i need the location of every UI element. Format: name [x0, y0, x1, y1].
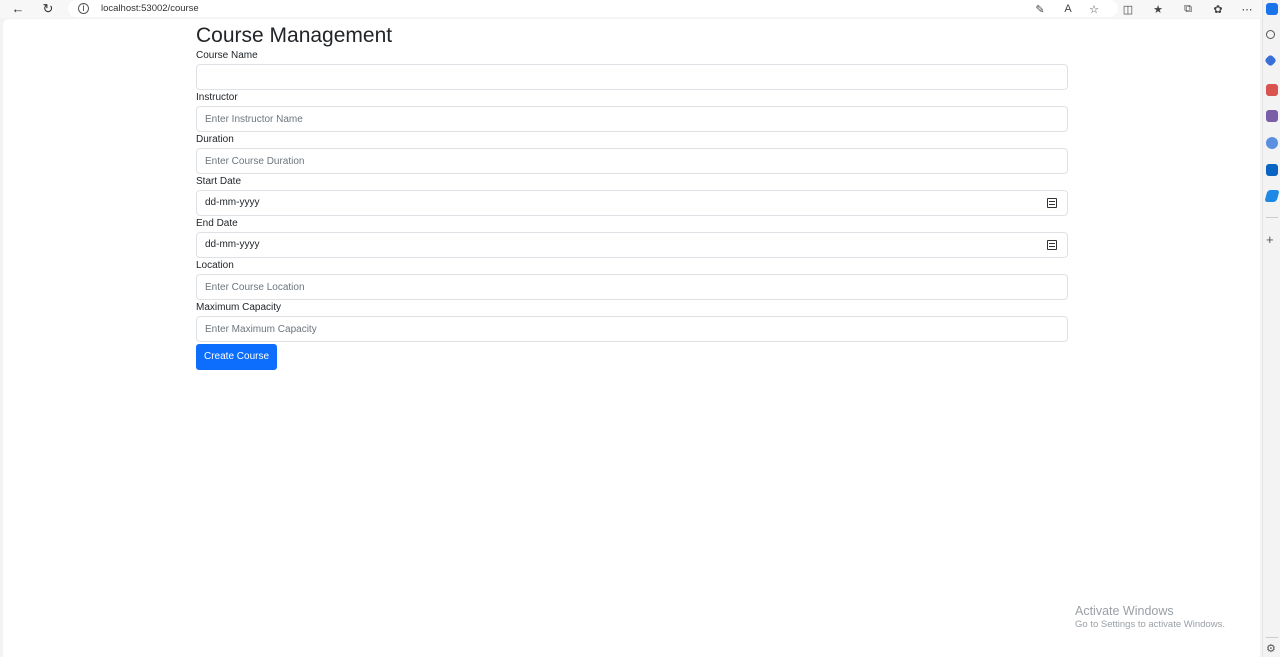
people-icon[interactable]	[1266, 110, 1278, 122]
extensions-icon[interactable]: ✿	[1210, 1, 1226, 17]
start-date-label: Start Date	[196, 176, 242, 187]
watermark-subtitle: Go to Settings to activate Windows.	[1075, 619, 1225, 630]
course-name-field[interactable]	[196, 64, 1068, 90]
site-info-icon[interactable]: i	[78, 3, 89, 14]
end-date-label: End Date	[196, 218, 238, 229]
create-course-button[interactable]: Create Course	[196, 344, 278, 370]
course-name-label: Course Name	[196, 50, 258, 61]
instructor-label: Instructor	[196, 92, 238, 103]
read-aloud-icon[interactable]: A	[1060, 1, 1076, 17]
course-name-input[interactable]	[197, 65, 1067, 89]
calendar-icon[interactable]	[1047, 198, 1057, 208]
watermark-title: Activate Windows	[1075, 604, 1174, 618]
address-bar[interactable]	[68, 0, 1118, 17]
end-date-field[interactable]: dd-mm-yyyy	[196, 232, 1068, 258]
browser-sidebar: + ⚙	[1262, 0, 1280, 657]
back-arrow-icon[interactable]: ←	[8, 0, 28, 17]
location-field[interactable]	[196, 274, 1068, 300]
browser-toolbar: ← ↻ i localhost:53002/course ✎ A ☆ ◫ ★ ⧉…	[0, 0, 1262, 18]
favorite-star-icon[interactable]: ☆	[1086, 1, 1102, 17]
instructor-input[interactable]	[197, 107, 1067, 131]
sidebar-divider	[1266, 217, 1278, 218]
location-label: Location	[196, 260, 234, 271]
max-capacity-field[interactable]	[196, 316, 1068, 342]
duration-field[interactable]	[196, 148, 1068, 174]
add-icon[interactable]: +	[1266, 233, 1274, 246]
edit-icon[interactable]: ✎	[1032, 1, 1048, 17]
search-icon[interactable]	[1266, 30, 1275, 39]
instructor-field[interactable]	[196, 106, 1068, 132]
outlook-icon[interactable]	[1266, 164, 1278, 176]
refresh-icon[interactable]: ↻	[38, 0, 58, 17]
max-capacity-input[interactable]	[197, 317, 1067, 341]
tag-icon[interactable]	[1264, 54, 1277, 67]
split-screen-icon[interactable]: ◫	[1120, 1, 1136, 17]
settings-icon[interactable]: ⚙	[1266, 643, 1276, 655]
course-form: Course Management Course Name Instructor…	[196, 19, 1068, 370]
office-icon[interactable]	[1266, 137, 1278, 149]
url-text[interactable]: localhost:53002/course	[101, 3, 199, 14]
collections-icon[interactable]: ⧉	[1180, 1, 1196, 17]
start-date-value: dd-mm-yyyy	[205, 197, 260, 208]
page-title: Course Management	[196, 24, 393, 47]
duration-input[interactable]	[197, 149, 1067, 173]
favorites-icon[interactable]: ★	[1150, 1, 1166, 17]
send-icon[interactable]	[1264, 190, 1280, 202]
more-menu-icon[interactable]: ⋯	[1239, 1, 1255, 17]
max-capacity-label: Maximum Capacity	[196, 302, 282, 313]
duration-label: Duration	[196, 134, 234, 145]
copilot-icon[interactable]	[1266, 3, 1278, 15]
location-input[interactable]	[197, 275, 1067, 299]
sidebar-divider	[1266, 637, 1278, 638]
end-date-value: dd-mm-yyyy	[205, 239, 260, 250]
start-date-field[interactable]: dd-mm-yyyy	[196, 190, 1068, 216]
toolbox-icon[interactable]	[1266, 84, 1278, 96]
page-content: Course Management Course Name Instructor…	[3, 19, 1260, 657]
windows-watermark: Activate Windows Go to Settings to activ…	[1075, 604, 1225, 630]
calendar-icon[interactable]	[1047, 240, 1057, 250]
